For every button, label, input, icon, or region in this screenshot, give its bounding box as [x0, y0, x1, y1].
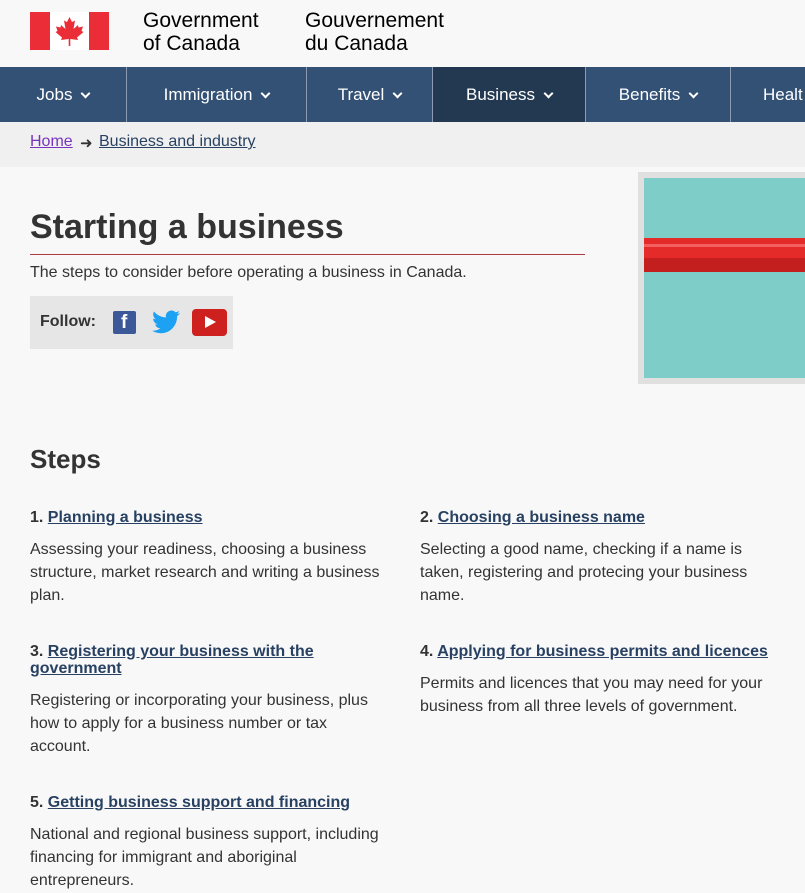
breadcrumb: Home ➜ Business and industry: [0, 122, 805, 167]
step-description: National and regional business support, …: [30, 826, 379, 889]
step-title: 1. Planning a business: [30, 509, 390, 526]
step-description: Registering or incorporating your busine…: [30, 692, 368, 755]
menu-item-label: Benefits: [618, 85, 681, 104]
menu-item-label: Travel: [337, 85, 385, 104]
breadcrumb-business-link[interactable]: Business and industry: [99, 133, 256, 151]
step-link-planning[interactable]: Planning a business: [48, 509, 203, 526]
page-lede: The steps to consider before operating a…: [30, 264, 467, 281]
menu-item-label: Healt: [763, 85, 803, 104]
step-item: 5. Getting business support and financin…: [30, 794, 390, 892]
follow-label: Follow:: [40, 313, 96, 330]
breadcrumb-home-link[interactable]: Home: [30, 133, 73, 151]
chevron-down-icon: [260, 88, 271, 99]
step-title: 3. Registering your business with the go…: [30, 643, 370, 677]
step-title: 5. Getting business support and financin…: [30, 794, 390, 811]
twitter-icon[interactable]: [152, 310, 180, 334]
step-number: 1.: [30, 509, 44, 526]
menu-item-travel[interactable]: Travel: [307, 67, 433, 122]
step-link-business-name[interactable]: Choosing a business name: [438, 509, 645, 526]
arrow-right-icon: ➜: [80, 135, 93, 152]
signature-en-line1: Government: [143, 9, 259, 32]
site-header: Government of Canada Gouvernement du Can…: [0, 0, 805, 67]
feature-image-art: [644, 178, 805, 378]
menu-item-benefits[interactable]: Benefits: [586, 67, 731, 122]
chevron-down-icon: [543, 88, 554, 99]
youtube-icon[interactable]: [192, 309, 227, 336]
step-number: 5.: [30, 794, 44, 811]
step-description: Selecting a good name, checking if a nam…: [420, 541, 748, 604]
steps-heading: Steps: [30, 444, 101, 474]
menu-item-label: Business: [466, 85, 535, 104]
menu-item-label: Immigration: [163, 85, 253, 104]
step-item: 3. Registering your business with the go…: [30, 643, 370, 758]
menu-item-health[interactable]: Healt: [731, 67, 805, 122]
title-divider: [30, 254, 585, 255]
menu-item-jobs[interactable]: Jobs: [0, 67, 127, 122]
step-number: 3.: [30, 643, 44, 660]
main-menu: Jobs Immigration Travel Business Benefit…: [0, 67, 805, 122]
step-link-support[interactable]: Getting business support and financing: [48, 794, 350, 811]
page-title: Starting a business: [30, 208, 344, 246]
signature-fr-line2: du Canada: [305, 32, 408, 55]
signature-en-line2: of Canada: [143, 32, 240, 55]
step-item: 1. Planning a business Assessing your re…: [30, 509, 390, 607]
step-link-permits[interactable]: Applying for business permits and licenc…: [437, 643, 768, 660]
chevron-down-icon: [392, 88, 403, 99]
step-title: 2. Choosing a business name: [420, 509, 780, 526]
chevron-down-icon: [81, 88, 91, 99]
step-number: 4.: [420, 643, 434, 660]
step-link-registering[interactable]: Registering your business with the gover…: [30, 643, 314, 677]
signature-fr-line1: Gouvernement: [305, 9, 444, 32]
canada-flag-icon[interactable]: [30, 12, 109, 50]
feature-image[interactable]: [638, 172, 805, 384]
step-description: Permits and licences that you may need f…: [420, 675, 763, 715]
step-title: 4. Applying for business permits and lic…: [420, 643, 800, 660]
menu-item-business[interactable]: Business: [433, 67, 586, 122]
signature-french[interactable]: Gouvernement du Canada: [305, 9, 444, 55]
step-description: Assessing your readiness, choosing a bus…: [30, 541, 380, 604]
follow-box: Follow: f: [30, 296, 233, 349]
step-number: 2.: [420, 509, 434, 526]
menu-item-label: Jobs: [36, 85, 73, 104]
step-item: 4. Applying for business permits and lic…: [420, 643, 800, 718]
signature-english[interactable]: Government of Canada: [143, 9, 259, 55]
step-item: 2. Choosing a business name Selecting a …: [420, 509, 780, 607]
menu-item-immigration[interactable]: Immigration: [127, 67, 307, 122]
facebook-icon[interactable]: f: [113, 311, 136, 334]
chevron-down-icon: [688, 88, 699, 99]
